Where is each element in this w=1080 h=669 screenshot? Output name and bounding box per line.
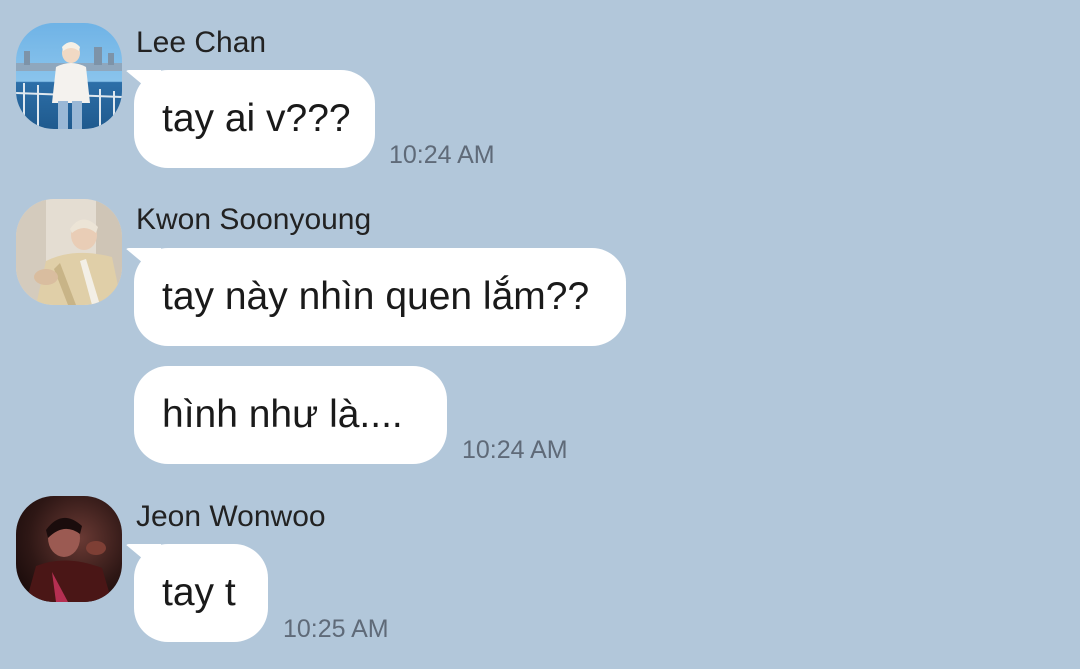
- message-text: hình như là....: [162, 393, 403, 436]
- sender-name: Kwon Soonyoung: [136, 203, 372, 236]
- sender-name: Jeon Wonwoo: [136, 500, 326, 533]
- avatar-jeon-wonwoo[interactable]: [16, 496, 122, 602]
- message-bubble[interactable]: tay này nhìn quen lắm??: [134, 248, 626, 346]
- chat-thread: Lee Chan tay ai v??? 10:24 AM Kwon Soony…: [0, 0, 1080, 669]
- message-text: tay này nhìn quen lắm??: [162, 275, 590, 318]
- avatar-photo-icon: [16, 23, 122, 129]
- message-text: tay ai v???: [162, 97, 351, 140]
- message-bubble[interactable]: tay t: [134, 544, 268, 642]
- message-text: tay t: [162, 571, 236, 614]
- message-timestamp: 10:24 AM: [462, 436, 568, 464]
- message-bubble[interactable]: hình như là....: [134, 366, 447, 464]
- sender-name: Lee Chan: [136, 26, 267, 59]
- message-timestamp: 10:25 AM: [283, 615, 389, 643]
- avatar-photo-icon: [16, 199, 122, 305]
- avatar-lee-chan[interactable]: [16, 23, 122, 129]
- message-bubble[interactable]: tay ai v???: [134, 70, 375, 168]
- avatar-photo-icon: [16, 496, 122, 602]
- avatar-kwon-soonyoung[interactable]: [16, 199, 122, 305]
- message-timestamp: 10:24 AM: [389, 141, 495, 169]
